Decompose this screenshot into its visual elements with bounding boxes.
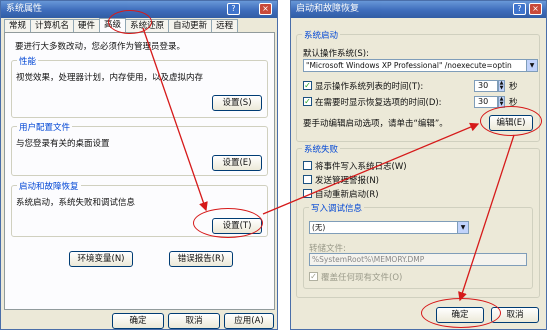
performance-title: 性能 (17, 55, 39, 67)
chevron-down-icon: ▼ (526, 60, 537, 71)
advanced-tab-highlight (108, 10, 152, 34)
write-event-checkbox[interactable] (303, 161, 312, 170)
tab-remote[interactable]: 远程 (211, 19, 239, 33)
error-reporting-button[interactable]: 错误报告(R) (169, 251, 233, 267)
write-event-label: 将事件写入系统日志(W) (315, 162, 407, 172)
admin-notice: 要进行大多数改动，您必须作为管理员登录。 (15, 42, 186, 52)
system-properties-window: 系统属性 ? × 常规 计算机名 硬件 高级 系统还原 自动更新 远程 要进行大… (0, 0, 278, 330)
system-startup-title: 系统启动 (302, 29, 341, 41)
performance-description: 视觉效果，处理器计划，内存使用，以及虚拟内存 (16, 73, 204, 83)
user-profiles-title: 用户配置文件 (17, 121, 73, 133)
default-os-value: "Microsoft Windows XP Professional" /noe… (306, 61, 512, 70)
advanced-tab-panel: 要进行大多数改动，您必须作为管理员登录。 性能 视觉效果，处理器计划，内存使用，… (4, 32, 275, 310)
help-button[interactable]: ? (227, 3, 240, 15)
seconds-unit: 秒 (509, 82, 518, 92)
show-recovery-checkbox[interactable]: ✓ (303, 97, 312, 106)
show-os-list-label: 显示操作系统列表的时间(T): (315, 82, 424, 92)
dump-file-input[interactable]: %SystemRoot%\MEMORY.DMP (309, 253, 527, 266)
auto-restart-checkbox[interactable] (303, 189, 312, 198)
window-title: 系统属性 (6, 4, 43, 14)
performance-group: 性能 视觉效果，处理器计划，内存使用，以及虚拟内存 设置(S) (11, 55, 268, 118)
apply-button[interactable]: 应用(A) (224, 313, 274, 329)
overwrite-label: 覆盖任何现有文件(O) (321, 273, 403, 283)
close-button[interactable]: × (529, 3, 542, 15)
system-failure-title: 系统失败 (302, 143, 341, 155)
title-bar: 启动和故障恢复 (291, 1, 546, 18)
tab-automatic-updates[interactable]: 自动更新 (168, 19, 213, 33)
tab-computer-name[interactable]: 计算机名 (30, 19, 75, 33)
default-os-select[interactable]: "Microsoft Windows XP Professional" /noe… (303, 59, 538, 72)
spinner-arrows-icon[interactable]: ▲ ▼ (498, 80, 505, 92)
edit-button-highlight (480, 106, 542, 136)
startup-recovery-window: 启动和故障恢复 ? × 系统启动 默认操作系统(S): "Microsoft W… (290, 0, 547, 330)
show-recovery-label: 在需要时显示恢复选项的时间(D): (315, 98, 442, 108)
user-profiles-settings-button[interactable]: 设置(E) (212, 155, 262, 171)
ok-button[interactable]: 确定 (112, 313, 164, 329)
user-profiles-group: 用户配置文件 与您登录有关的桌面设置 设置(E) (11, 121, 268, 176)
default-os-label: 默认操作系统(S): (303, 49, 369, 59)
environment-variables-button[interactable]: 环境变量(N) (69, 251, 133, 267)
startup-recovery-title: 启动和故障恢复 (17, 180, 81, 192)
send-alert-checkbox[interactable] (303, 175, 312, 184)
show-os-list-seconds[interactable]: 30 (474, 80, 498, 92)
show-recovery-seconds[interactable]: 30 (474, 96, 498, 108)
overwrite-checkbox[interactable]: ✓ (309, 272, 318, 281)
close-button[interactable]: × (259, 3, 272, 15)
window-title: 启动和故障恢复 (296, 4, 360, 14)
help-button[interactable]: ? (513, 3, 526, 15)
startup-recovery-description: 系统启动，系统失败和调试信息 (16, 198, 136, 208)
ok-button-highlight (421, 298, 501, 328)
send-alert-label: 发送管理警报(N) (315, 176, 379, 186)
chevron-down-icon: ▼ (457, 222, 468, 233)
settings-button-highlight (193, 208, 263, 238)
auto-restart-label: 自动重新启动(R) (315, 190, 379, 200)
tab-general[interactable]: 常规 (4, 19, 32, 33)
cancel-button[interactable]: 取消 (168, 313, 220, 329)
manual-edit-hint: 要手动编辑启动选项，请单击“编辑”。 (303, 119, 448, 129)
user-profiles-description: 与您登录有关的桌面设置 (16, 139, 110, 149)
debug-info-title: 写入调试信息 (309, 202, 365, 214)
debug-info-select[interactable]: (无) ▼ (309, 221, 469, 234)
show-os-list-checkbox[interactable]: ✓ (303, 81, 312, 90)
debug-info-value: (无) (312, 223, 326, 232)
tab-hardware[interactable]: 硬件 (73, 19, 101, 33)
performance-settings-button[interactable]: 设置(S) (212, 95, 262, 111)
